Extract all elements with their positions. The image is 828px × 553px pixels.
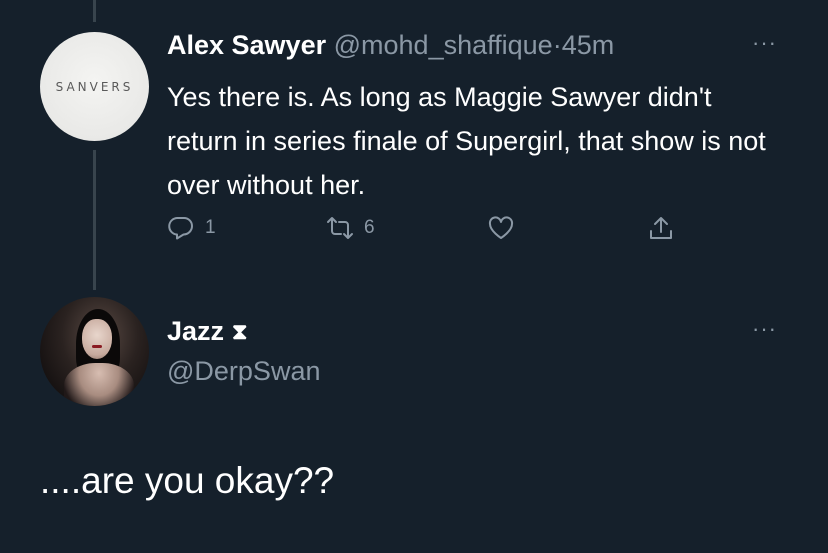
tweet-time[interactable]: 45m	[562, 30, 615, 60]
avatar-shoulders	[64, 363, 134, 406]
retweet-icon	[327, 217, 353, 239]
tweet-header: Alex Sawyer @mohd_shaffique·45m	[167, 30, 614, 61]
avatar-face	[82, 319, 112, 359]
separator: ·	[552, 30, 562, 60]
reply-icon	[168, 217, 193, 240]
avatar[interactable]: SANVERS	[40, 32, 149, 141]
share-icon	[650, 217, 672, 239]
reply-button[interactable]: 1	[167, 214, 216, 242]
author-name-row: Jazz ⧗	[167, 316, 248, 347]
avatar-text: SANVERS	[55, 79, 134, 94]
reply-count: 1	[205, 217, 216, 238]
author-handle[interactable]: @DerpSwan	[167, 356, 320, 387]
author-handle[interactable]: @mohd_shaffique	[334, 30, 553, 60]
share-button[interactable]	[647, 214, 675, 242]
author-name[interactable]: Alex Sawyer	[167, 30, 326, 60]
like-button[interactable]	[487, 214, 515, 242]
heart-icon	[488, 216, 514, 239]
hourglass-icon: ⧗	[232, 318, 248, 344]
tweet-text: ....are you okay??	[40, 460, 335, 501]
thread-line	[93, 150, 96, 290]
retweet-button[interactable]: 6	[326, 214, 375, 242]
author-name[interactable]: Jazz	[167, 316, 224, 347]
thread-line	[93, 0, 96, 22]
avatar[interactable]	[40, 297, 149, 406]
avatar-lips	[92, 345, 102, 348]
more-options-icon[interactable]: ···	[752, 30, 777, 56]
retweet-count: 6	[364, 217, 375, 238]
more-options-icon[interactable]: ···	[752, 316, 777, 342]
tweet-text: Yes there is. As long as Maggie Sawyer d…	[167, 82, 766, 200]
